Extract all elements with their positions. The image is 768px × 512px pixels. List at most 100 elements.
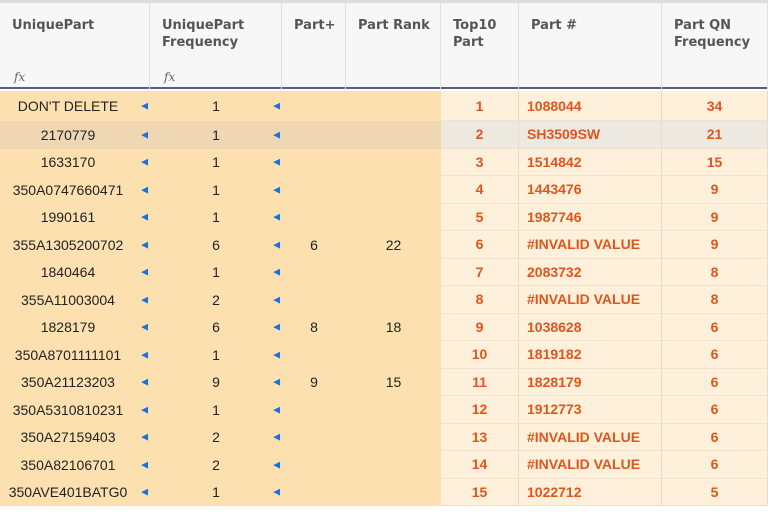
table-row[interactable]: 350A27159403 ◀ 2 ◀ 13 #INVALID VALUE 6 (0, 423, 768, 451)
dropdown-arrow-icon[interactable]: ◀ (141, 184, 148, 195)
dropdown-arrow-icon[interactable]: ◀ (273, 129, 280, 140)
table-row[interactable]: 350A0747660471 ◀ 1 ◀ 4 1443476 9 (0, 176, 768, 204)
cell-part-number[interactable]: 1022712 (519, 478, 662, 506)
table-row[interactable]: 1633170 ◀ 1 ◀ 3 1514842 15 (0, 148, 768, 176)
table-row[interactable]: 355A11003004 ◀ 2 ◀ 8 #INVALID VALUE 8 (0, 286, 768, 314)
cell-part-number[interactable]: 1819182 (519, 341, 662, 369)
cell-part-rank[interactable] (346, 451, 441, 479)
cell-part-rank[interactable] (346, 258, 441, 286)
cell-part-plus[interactable] (282, 91, 346, 121)
dropdown-arrow-icon[interactable]: ◀ (273, 157, 280, 168)
dropdown-arrow-icon[interactable]: ◀ (273, 349, 280, 360)
dropdown-arrow-icon[interactable]: ◀ (273, 294, 280, 305)
cell-top10-part[interactable]: 1 (441, 91, 519, 121)
cell-part-rank[interactable] (346, 176, 441, 204)
cell-part-plus[interactable] (282, 148, 346, 176)
cell-top10-part[interactable]: 5 (441, 203, 519, 231)
dropdown-arrow-icon[interactable]: ◀ (141, 349, 148, 360)
dropdown-arrow-icon[interactable]: ◀ (273, 239, 280, 250)
cell-part-qn-frequency[interactable]: 9 (662, 203, 768, 231)
cell-part-qn-frequency[interactable]: 6 (662, 341, 768, 369)
cell-part-plus[interactable]: 6 (282, 231, 346, 259)
cell-uniquepart[interactable]: 1840464 ◀ (0, 258, 150, 286)
cell-uniquepart-frequency[interactable]: 2 ◀ (150, 451, 282, 479)
cell-part-plus[interactable] (282, 286, 346, 314)
table-row[interactable]: DON'T DELETE ◀ 1 ◀ 1 1088044 34 (0, 91, 768, 121)
cell-uniquepart[interactable]: 350A5310810231 ◀ (0, 396, 150, 424)
dropdown-arrow-icon[interactable]: ◀ (141, 212, 148, 223)
column-header-top10-part[interactable]: Top10 Part (441, 3, 519, 90)
cell-uniquepart[interactable]: 350A0747660471 ◀ (0, 176, 150, 204)
cell-part-number[interactable]: 1038628 (519, 313, 662, 341)
cell-part-qn-frequency[interactable]: 6 (662, 423, 768, 451)
cell-part-number[interactable]: SH3509SW (519, 121, 662, 149)
dropdown-arrow-icon[interactable]: ◀ (141, 377, 148, 388)
table-row[interactable]: 350A82106701 ◀ 2 ◀ 14 #INVALID VALUE 6 (0, 451, 768, 479)
cell-part-rank[interactable] (346, 478, 441, 506)
dropdown-arrow-icon[interactable]: ◀ (273, 377, 280, 388)
cell-top10-part[interactable]: 6 (441, 231, 519, 259)
dropdown-arrow-icon[interactable]: ◀ (141, 459, 148, 470)
cell-part-qn-frequency[interactable]: 6 (662, 368, 768, 396)
table-row[interactable]: 350A5310810231 ◀ 1 ◀ 12 1912773 6 (0, 396, 768, 424)
dropdown-arrow-icon[interactable]: ◀ (273, 184, 280, 195)
cell-top10-part[interactable]: 9 (441, 313, 519, 341)
dropdown-arrow-icon[interactable]: ◀ (273, 101, 280, 112)
cell-part-number[interactable]: #INVALID VALUE (519, 451, 662, 479)
cell-top10-part[interactable]: 7 (441, 258, 519, 286)
cell-part-qn-frequency[interactable]: 34 (662, 91, 768, 121)
column-header-uniquepart-frequency[interactable]: UniquePart Frequency fx (150, 3, 282, 90)
table-row[interactable]: 350A21123203 ◀ 9 ◀ 9 15 11 1828179 6 (0, 368, 768, 396)
column-header-part-plus[interactable]: Part+ (282, 3, 346, 90)
cell-top10-part[interactable]: 10 (441, 341, 519, 369)
cell-part-qn-frequency[interactable]: 6 (662, 396, 768, 424)
dropdown-arrow-icon[interactable]: ◀ (141, 487, 148, 498)
cell-part-plus[interactable] (282, 121, 346, 149)
table-row[interactable]: 350AVE401BATG0 ◀ 1 ◀ 15 1022712 5 (0, 478, 768, 506)
cell-part-plus[interactable] (282, 341, 346, 369)
table-row[interactable]: 1990161 ◀ 1 ◀ 5 1987746 9 (0, 203, 768, 231)
cell-part-qn-frequency[interactable]: 15 (662, 148, 768, 176)
cell-part-number[interactable]: #INVALID VALUE (519, 231, 662, 259)
cell-part-rank[interactable]: 22 (346, 231, 441, 259)
cell-uniquepart-frequency[interactable]: 6 ◀ (150, 313, 282, 341)
column-header-part-number[interactable]: Part # (519, 3, 662, 90)
cell-top10-part[interactable]: 8 (441, 286, 519, 314)
cell-part-number[interactable]: 1987746 (519, 203, 662, 231)
dropdown-arrow-icon[interactable]: ◀ (141, 239, 148, 250)
cell-part-plus[interactable]: 9 (282, 368, 346, 396)
cell-uniquepart-frequency[interactable]: 1 ◀ (150, 478, 282, 506)
cell-top10-part[interactable]: 3 (441, 148, 519, 176)
cell-uniquepart-frequency[interactable]: 1 ◀ (150, 258, 282, 286)
cell-part-rank[interactable] (346, 148, 441, 176)
cell-part-qn-frequency[interactable]: 6 (662, 451, 768, 479)
dropdown-arrow-icon[interactable]: ◀ (141, 432, 148, 443)
dropdown-arrow-icon[interactable]: ◀ (141, 322, 148, 333)
cell-top10-part[interactable]: 14 (441, 451, 519, 479)
dropdown-arrow-icon[interactable]: ◀ (141, 129, 148, 140)
cell-part-plus[interactable] (282, 203, 346, 231)
cell-top10-part[interactable]: 12 (441, 396, 519, 424)
cell-part-rank[interactable] (346, 121, 441, 149)
cell-uniquepart-frequency[interactable]: 2 ◀ (150, 286, 282, 314)
cell-part-rank[interactable] (346, 91, 441, 121)
cell-part-qn-frequency[interactable]: 6 (662, 313, 768, 341)
cell-uniquepart[interactable]: 350A27159403 ◀ (0, 423, 150, 451)
cell-part-qn-frequency[interactable]: 8 (662, 258, 768, 286)
cell-part-qn-frequency[interactable]: 8 (662, 286, 768, 314)
cell-part-plus[interactable]: 8 (282, 313, 346, 341)
cell-uniquepart[interactable]: 355A11003004 ◀ (0, 286, 150, 314)
dropdown-arrow-icon[interactable]: ◀ (273, 267, 280, 278)
cell-top10-part[interactable]: 2 (441, 121, 519, 149)
cell-part-rank[interactable] (346, 341, 441, 369)
cell-uniquepart[interactable]: 1828179 ◀ (0, 313, 150, 341)
cell-part-rank[interactable] (346, 203, 441, 231)
cell-top10-part[interactable]: 15 (441, 478, 519, 506)
cell-part-number[interactable]: #INVALID VALUE (519, 423, 662, 451)
cell-uniquepart[interactable]: 350A82106701 ◀ (0, 451, 150, 479)
cell-part-qn-frequency[interactable]: 9 (662, 176, 768, 204)
cell-part-plus[interactable] (282, 478, 346, 506)
dropdown-arrow-icon[interactable]: ◀ (273, 212, 280, 223)
cell-part-rank[interactable]: 15 (346, 368, 441, 396)
cell-uniquepart[interactable]: 350AVE401BATG0 ◀ (0, 478, 150, 506)
